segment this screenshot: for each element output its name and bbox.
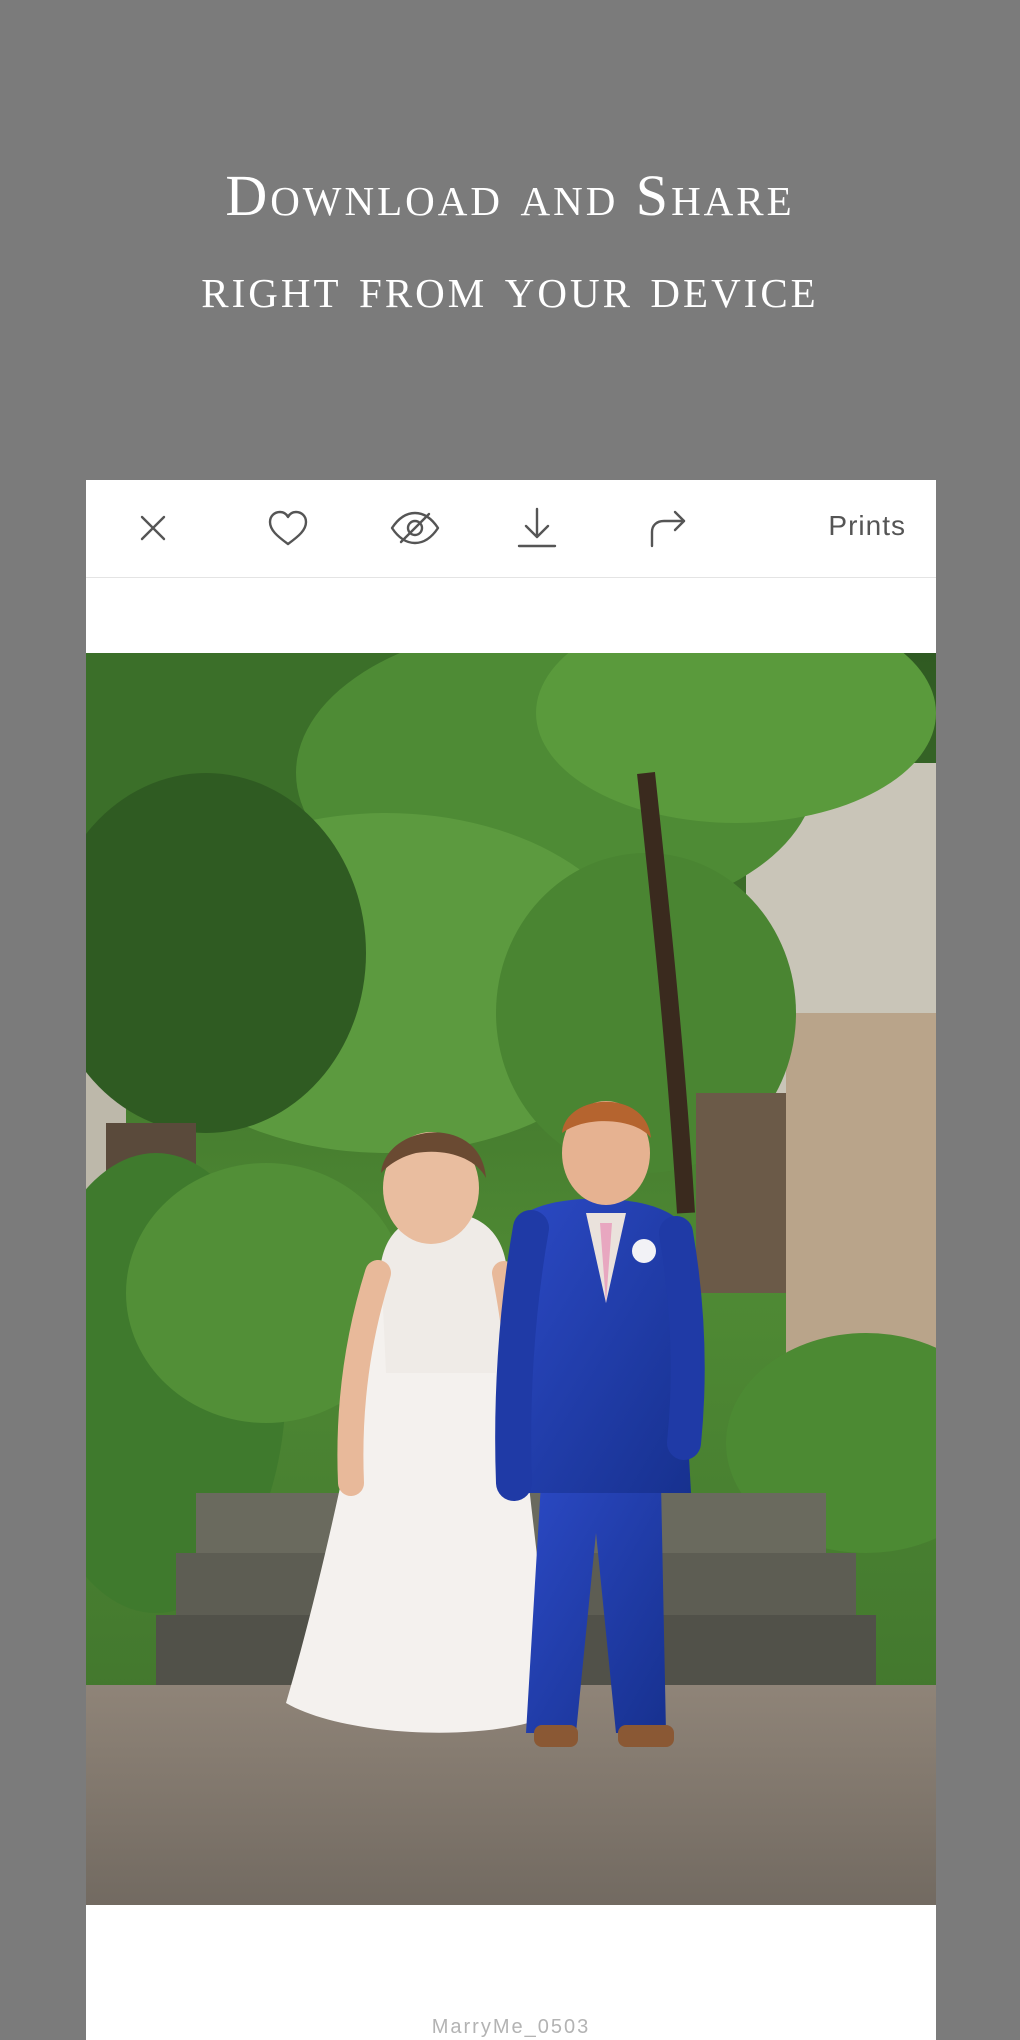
share-arrow-icon [650, 510, 686, 548]
favorite-button[interactable] [262, 502, 314, 554]
photo-viewer-card: Prints MarryMe_0503 [86, 480, 936, 2040]
photo-filename: MarryMe_0503 [431, 2016, 591, 2038]
eye-slash-icon [390, 511, 440, 545]
close-icon [140, 515, 166, 541]
download-icon [517, 507, 557, 548]
headline-line-2: right from your device [201, 255, 819, 320]
wedding-photo[interactable] [86, 653, 936, 1905]
download-button[interactable] [511, 502, 563, 554]
heart-icon [268, 510, 308, 546]
headline-line-1: Download and Share [225, 163, 795, 228]
wedding-photo-image [86, 653, 936, 1905]
headline: Download and Share right from your devic… [0, 150, 1020, 334]
hide-button[interactable] [389, 502, 441, 554]
photo-toolbar: Prints [86, 480, 936, 578]
share-button[interactable] [642, 502, 694, 554]
prints-button[interactable]: Prints [828, 510, 906, 542]
close-button[interactable] [127, 502, 179, 554]
